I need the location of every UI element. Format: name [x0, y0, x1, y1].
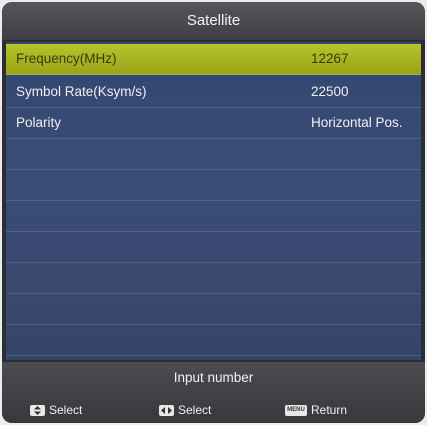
setting-label: Polarity	[16, 115, 62, 130]
menu-key-icon: MENU	[285, 405, 307, 417]
left-right-arrow-icon	[159, 405, 174, 417]
setting-label: Symbol Rate(Ksym/s)	[16, 84, 147, 99]
empty-row	[6, 294, 421, 325]
empty-row	[6, 232, 421, 263]
input-hint: Input number	[173, 370, 254, 385]
select-left-right-key: Select	[159, 402, 211, 418]
select-up-down-key: Select	[30, 402, 82, 418]
help-bar: Input number Select Select MENU Return	[2, 362, 425, 423]
setting-label: Frequency(MHz)	[16, 51, 117, 66]
up-down-arrow-icon	[30, 405, 45, 417]
setting-row-symbol-rate[interactable]: Symbol Rate(Ksym/s) 22500	[6, 77, 421, 108]
key-label: Return	[311, 403, 348, 417]
empty-row	[6, 170, 421, 201]
setting-value: 22500	[311, 84, 349, 99]
empty-row	[6, 325, 421, 356]
satellite-menu-window: Satellite Frequency(MHz) 12267 Symbol Ra…	[2, 2, 425, 423]
return-key: MENU Return	[285, 402, 347, 418]
setting-row-frequency[interactable]: Frequency(MHz) 12267	[6, 44, 421, 75]
setting-value: Horizontal Pos.	[311, 115, 403, 130]
empty-row	[6, 263, 421, 294]
empty-row	[6, 201, 421, 232]
setting-value: 12267	[311, 51, 349, 66]
key-label: Select	[49, 403, 83, 417]
menu-title: Satellite	[2, 2, 425, 40]
tv-screen: Satellite Frequency(MHz) 12267 Symbol Ra…	[0, 0, 427, 425]
settings-list: Frequency(MHz) 12267 Symbol Rate(Ksym/s)…	[6, 42, 421, 360]
empty-row	[6, 139, 421, 170]
key-label: Select	[178, 403, 212, 417]
setting-row-polarity[interactable]: Polarity Horizontal Pos.	[6, 108, 421, 139]
